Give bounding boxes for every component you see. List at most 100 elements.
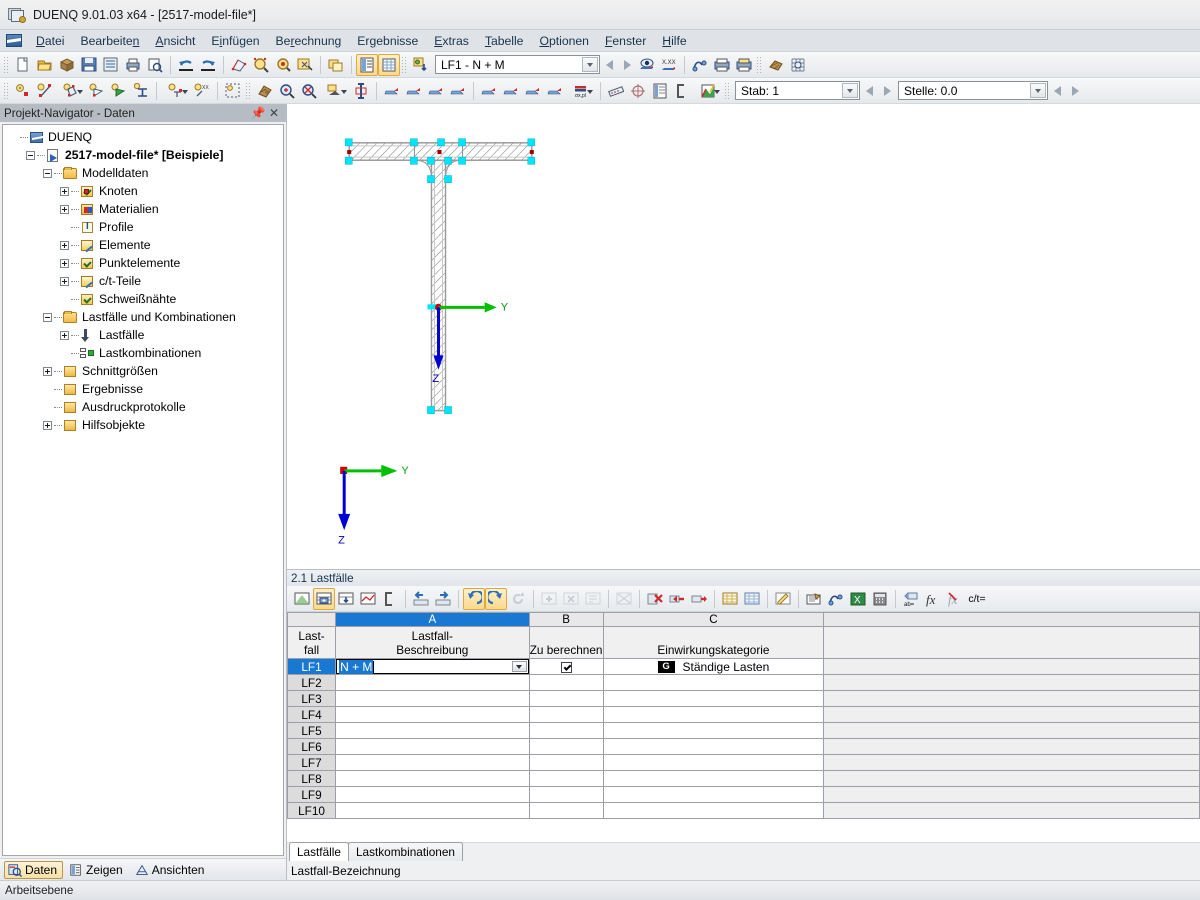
show-loads-icon[interactable] bbox=[636, 54, 658, 76]
new-profile-icon[interactable] bbox=[130, 80, 152, 102]
result-su-icon[interactable] bbox=[381, 80, 403, 102]
tree-node-duenq[interactable]: DUENQ bbox=[3, 128, 283, 146]
move-left-icon[interactable] bbox=[410, 588, 432, 610]
select-window-icon[interactable] bbox=[222, 80, 244, 102]
chevron-down-icon-member[interactable] bbox=[842, 83, 858, 98]
menu-hilfe[interactable]: Hilfe bbox=[654, 32, 694, 50]
render-solid-icon[interactable] bbox=[254, 80, 276, 102]
cell-calculate[interactable] bbox=[528, 706, 604, 723]
tree-expander-plus[interactable] bbox=[43, 420, 52, 430]
result-sigma-x-icon[interactable] bbox=[478, 80, 500, 102]
table-row[interactable]: LF3 bbox=[287, 690, 1200, 707]
tab-lastfaelle[interactable]: Lastfälle bbox=[289, 842, 349, 861]
new-load-xx-icon[interactable]: XX bbox=[191, 80, 213, 102]
loadcase-table[interactable]: ABC Last-fall Lastfall- Beschreibung Zu ber… bbox=[287, 612, 1200, 842]
center-of-gravity-icon[interactable] bbox=[627, 80, 649, 102]
color-scale-icon[interactable] bbox=[693, 80, 723, 102]
column-letter-B[interactable]: B bbox=[528, 612, 604, 627]
menu-ergebnisse[interactable]: Ergebnisse bbox=[349, 32, 426, 50]
result-somega-icon[interactable] bbox=[447, 80, 469, 102]
edit-cell-icon[interactable] bbox=[772, 588, 794, 610]
cell-description[interactable] bbox=[335, 754, 530, 771]
chevron-down-icon-cell[interactable] bbox=[511, 661, 527, 672]
cell-category[interactable] bbox=[602, 754, 825, 771]
navigator-tree[interactable]: DUENQ 2517-model-file* [Beispiele] Modelld… bbox=[2, 124, 284, 856]
save-all-icon[interactable] bbox=[100, 54, 122, 76]
cell-category[interactable] bbox=[602, 674, 825, 691]
row-header-lf5[interactable]: LF5 bbox=[287, 722, 337, 739]
toolbar-grip[interactable] bbox=[3, 55, 9, 74]
nav-tab-ansichten[interactable]: Ansichten bbox=[131, 861, 211, 879]
cell-calculate[interactable] bbox=[528, 754, 604, 771]
cell-description[interactable] bbox=[335, 770, 530, 787]
table-row[interactable]: LF10 bbox=[287, 802, 1200, 819]
move-right-icon[interactable] bbox=[432, 588, 454, 610]
row-header-lf4[interactable]: LF4 bbox=[287, 706, 337, 723]
cell-category[interactable] bbox=[602, 786, 825, 803]
table-row[interactable]: LF7 bbox=[287, 754, 1200, 771]
tree-expander-minus[interactable] bbox=[26, 150, 35, 160]
menu-optionen[interactable]: Optionen bbox=[531, 32, 596, 50]
new-polygon-element-icon[interactable] bbox=[56, 80, 86, 102]
table-row[interactable]: LF8 bbox=[287, 770, 1200, 787]
column-letter-row[interactable] bbox=[287, 612, 337, 627]
table-properties-icon[interactable] bbox=[803, 588, 825, 610]
member-prev-arrow-icon[interactable] bbox=[860, 81, 878, 101]
cell-calculate[interactable] bbox=[528, 738, 604, 755]
cell-description[interactable] bbox=[335, 802, 530, 819]
cell-calculate[interactable] bbox=[528, 658, 604, 675]
tree-node-ausdruckprotokolle[interactable]: Ausdruckprotokolle bbox=[3, 398, 283, 416]
table-row[interactable]: LF6 bbox=[287, 738, 1200, 755]
undo-icon[interactable] bbox=[175, 54, 197, 76]
delete-column-icon[interactable] bbox=[644, 588, 666, 610]
save-icon[interactable] bbox=[78, 54, 100, 76]
tree-node-lastf-lle[interactable]: Lastfälle bbox=[3, 326, 283, 344]
tree-node-elemente[interactable]: Elemente bbox=[3, 236, 283, 254]
row-header-lf7[interactable]: LF7 bbox=[287, 754, 337, 771]
nav-tab-zeigen[interactable]: Zeigen bbox=[65, 861, 129, 879]
row-header-lf6[interactable]: LF6 bbox=[287, 738, 337, 755]
table-grid-blue-icon[interactable] bbox=[741, 588, 763, 610]
model-canvas[interactable]: Y Z Y Z bbox=[287, 104, 1200, 570]
insert-row-icon[interactable] bbox=[313, 587, 335, 610]
toolbar-grip-2[interactable] bbox=[401, 55, 407, 74]
prev-arrow-icon[interactable] bbox=[600, 55, 618, 75]
cell-category[interactable] bbox=[602, 738, 825, 755]
calculate-checkbox[interactable] bbox=[560, 661, 572, 673]
abc-format-icon[interactable]: ab= bbox=[900, 588, 922, 610]
result-percent-icon[interactable] bbox=[544, 80, 566, 102]
new-point-element-icon[interactable] bbox=[86, 80, 108, 102]
cell-calculate[interactable] bbox=[528, 802, 604, 819]
menu-fenster[interactable]: Fenster bbox=[597, 32, 654, 50]
table-row[interactable]: LF2 bbox=[287, 674, 1200, 691]
row-header-lf8[interactable]: LF8 bbox=[287, 770, 337, 787]
section-icon[interactable] bbox=[350, 80, 372, 102]
calculator-icon[interactable] bbox=[869, 588, 891, 610]
cell-calculate[interactable] bbox=[528, 674, 604, 691]
tree-node-lastf-lle-und-kombinationen[interactable]: Lastfälle und Kombinationen bbox=[3, 308, 283, 326]
row-header-lf9[interactable]: LF9 bbox=[287, 786, 337, 803]
toolbar2-grip-inline[interactable] bbox=[245, 81, 251, 100]
toolbar2-grip[interactable] bbox=[3, 81, 9, 100]
clear-function-icon[interactable]: fx bbox=[944, 588, 966, 610]
tree-node-2517-model-file-beispiele[interactable]: 2517-model-file* [Beispiele] bbox=[3, 146, 283, 164]
cell-category[interactable] bbox=[602, 690, 825, 707]
tree-expander-minus[interactable] bbox=[43, 168, 52, 178]
print-table-icon[interactable] bbox=[825, 588, 847, 610]
row-header-lf2[interactable]: LF2 bbox=[287, 674, 337, 691]
menu-berechnung[interactable]: Berechnung bbox=[268, 32, 350, 50]
new-element-icon[interactable] bbox=[34, 80, 56, 102]
cell-calculate[interactable] bbox=[528, 786, 604, 803]
menu-einfgen[interactable]: Einfügen bbox=[203, 32, 267, 50]
new-node-icon[interactable] bbox=[12, 80, 34, 102]
column-letter-A[interactable]: A bbox=[335, 612, 530, 627]
cell-description[interactable] bbox=[335, 706, 530, 723]
cell-description[interactable] bbox=[335, 738, 530, 755]
view-direction-icon[interactable] bbox=[320, 80, 350, 102]
menu-bearbeiten[interactable]: Bearbeiten bbox=[72, 32, 147, 50]
cell-description[interactable]: N + M bbox=[335, 658, 530, 675]
loadcase-combo[interactable]: LF1 - N + M bbox=[435, 55, 600, 74]
menu-extras[interactable]: Extras bbox=[426, 32, 477, 50]
next-arrow-icon[interactable] bbox=[618, 55, 636, 75]
tree-expander-plus[interactable] bbox=[43, 366, 52, 376]
